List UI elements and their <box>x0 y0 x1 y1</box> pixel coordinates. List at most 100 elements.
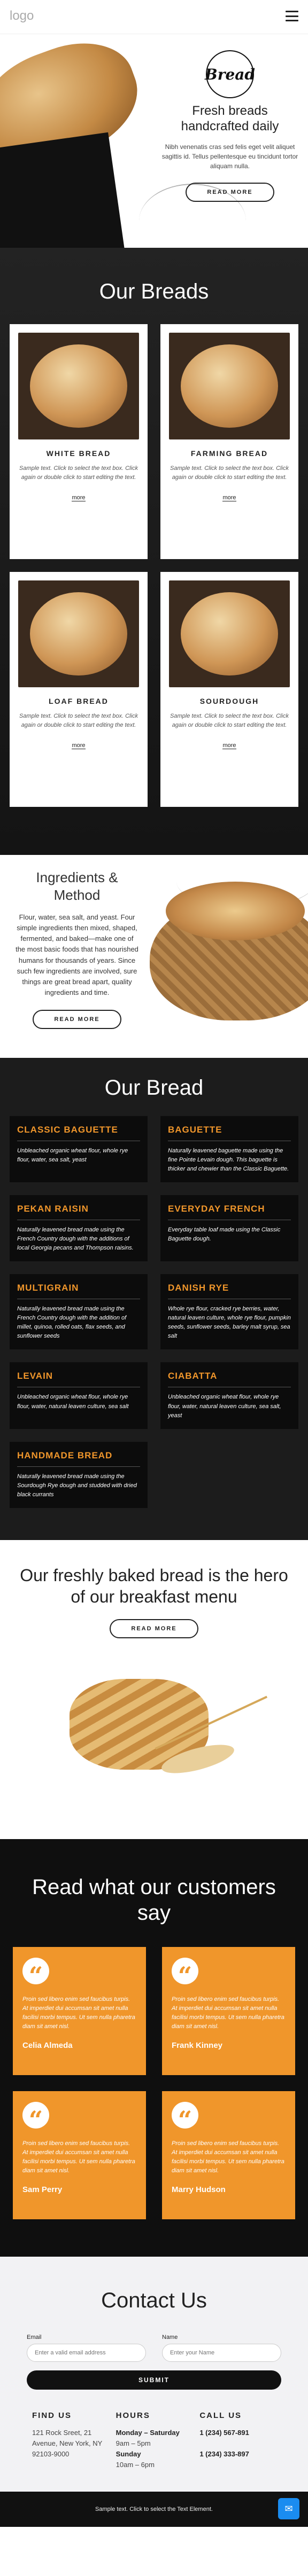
menu-item-text: Unbleached organic wheat flour, whole ry… <box>168 1394 281 1419</box>
bread-basket-image <box>150 882 308 1020</box>
menu-item-text: Naturally leavened bread made using the … <box>17 1306 127 1340</box>
hours-day: Sunday <box>116 2450 141 2459</box>
menu-item-title: DANISH RYE <box>168 1283 229 1293</box>
chat-icon[interactable]: ✉ <box>278 2498 299 2520</box>
section-title: Read what our customers say <box>32 1875 276 1925</box>
testimonial-author: Sam Perry <box>22 2185 63 2194</box>
menu-item-text: Unbleached organic wheat flour, whole ry… <box>17 1148 128 1164</box>
testimonials-section: Read what our customers say “ Proin sed l… <box>0 1839 308 2257</box>
hours-time: 10am – 6pm <box>116 2461 155 2469</box>
menu-item: LEVAIN Unbleached organic wheat flour, wh… <box>10 1362 148 1429</box>
contact-form: Email Name SUBMIT <box>27 2334 281 2390</box>
menu-item: CIABATTA Unbleached organic wheat flour, … <box>160 1362 298 1429</box>
email-field[interactable] <box>27 2343 146 2362</box>
call-us-title: CALL US <box>199 2410 242 2420</box>
hamburger-menu-icon[interactable] <box>286 11 298 21</box>
testimonials-grid: “ Proin sed libero enim sed faucibus turp… <box>13 1946 295 2219</box>
menu-item-text: Everyday table loaf made using the Class… <box>168 1227 281 1243</box>
more-link[interactable]: more <box>72 494 86 501</box>
menu-item: CLASSIC BAGUETTE Unbleached organic wheat… <box>10 1116 148 1183</box>
ingredients-read-more-button[interactable]: READ MORE <box>33 1010 121 1030</box>
hero-title: Fresh breads handcrafted daily <box>181 104 279 133</box>
bread-grid: WHITE BREAD Sample text. Click to select… <box>10 324 298 807</box>
ingredients-copy: Ingredients & Method Flour, water, sea s… <box>15 869 139 1030</box>
hero-section: Bread Fresh breads handcrafted daily Nib… <box>0 34 308 248</box>
address-text: 121 Rock Sreet, 21 Avenue, New York, NY … <box>32 2428 103 2459</box>
quote-icon: “ <box>22 2101 49 2134</box>
hero-read-more-button[interactable]: READ MORE <box>186 182 274 202</box>
contact-section: Contact Us Email Name SUBMIT FIND US 121 … <box>0 2256 308 2492</box>
menu-item-title: BAGUETTE <box>168 1125 222 1135</box>
bread-card: LOAF BREAD Sample text. Click to select … <box>10 572 148 807</box>
ingredients-section: Ingredients & Method Flour, water, sea s… <box>0 855 308 1058</box>
bread-card-text: Sample text. Click to select the text bo… <box>19 713 138 728</box>
menu-item-title: EVERYDAY FRENCH <box>168 1204 265 1214</box>
bread-card-text: Sample text. Click to select the text bo… <box>19 465 138 481</box>
menu-item-text: Naturally leavened bread made using the … <box>17 1473 137 1498</box>
testimonial-card: “ Proin sed libero enim sed faucibus turp… <box>13 2091 146 2219</box>
ingredients-title: Ingredients & Method <box>36 869 118 903</box>
menu-item: EVERYDAY FRENCH Everyday table loaf made … <box>160 1195 298 1262</box>
testimonial-author: Frank Kinney <box>172 2040 223 2050</box>
testimonial-author: Marry Hudson <box>172 2185 226 2194</box>
bread-card-text: Sample text. Click to select the text bo… <box>170 465 289 481</box>
menu-item-title: CLASSIC BAGUETTE <box>17 1125 118 1135</box>
logo[interactable]: logo <box>10 9 34 23</box>
section-title: Our Bread <box>104 1076 204 1099</box>
menu-item-text: Unbleached organic wheat flour, whole ry… <box>17 1394 129 1410</box>
section-title: Contact Us <box>101 2288 207 2312</box>
footer-text: Sample text. Click to select the Text El… <box>95 2506 213 2513</box>
menu-item: HANDMADE BREAD Naturally leavened bread m… <box>10 1441 148 1508</box>
bread-card-title: FARMING BREAD <box>190 449 268 458</box>
bread-card: FARMING BREAD Sample text. Click to sele… <box>160 324 298 559</box>
name-label: Name <box>162 2334 178 2341</box>
breakfast-read-more-button[interactable]: READ MORE <box>110 1619 198 1638</box>
contact-info: FIND US 121 Rock Sreet, 21 Avenue, New Yo… <box>27 2411 281 2471</box>
quote-icon: “ <box>172 2101 198 2134</box>
chalkboard-image <box>0 132 126 248</box>
menu-item-title: LEVAIN <box>17 1371 53 1381</box>
menu-item-title: HANDMADE BREAD <box>17 1450 113 1460</box>
breakfast-title: Our freshly baked bread is the hero of o… <box>20 1565 288 1606</box>
quote-icon: “ <box>172 1957 198 1990</box>
footer: Sample text. Click to select the Text El… <box>0 2492 308 2527</box>
phone-number[interactable]: 1 (234) 333-897 <box>199 2450 249 2458</box>
menu-item-text: Whole rye flour, cracked rye berries, wa… <box>168 1306 291 1340</box>
menu-grid: CLASSIC BAGUETTE Unbleached organic wheat… <box>10 1116 298 1508</box>
quote-icon: “ <box>22 1957 49 1990</box>
menu-item-title: MULTIGRAIN <box>17 1283 79 1293</box>
testimonial-text: Proin sed libero enim sed faucibus turpi… <box>172 1996 284 2030</box>
name-field[interactable] <box>162 2343 281 2362</box>
bread-card: WHITE BREAD Sample text. Click to select… <box>10 324 148 559</box>
bread-photo <box>169 580 290 687</box>
email-label: Email <box>27 2334 42 2341</box>
testimonial-card: “ Proin sed libero enim sed faucibus turp… <box>162 2091 295 2219</box>
menu-item: MULTIGRAIN Naturally leavened bread made … <box>10 1274 148 1350</box>
bread-card-text: Sample text. Click to select the text bo… <box>170 713 289 728</box>
more-link[interactable]: more <box>222 494 236 501</box>
menu-item: BAGUETTE Naturally leavened baguette made… <box>160 1116 298 1183</box>
bread-photo <box>169 333 290 439</box>
more-link[interactable]: more <box>222 742 236 749</box>
hero-text: Nibh venenatis cras sed felis eget velit… <box>161 143 298 170</box>
more-link[interactable]: more <box>72 742 86 749</box>
our-bread-menu-section: Our Bread CLASSIC BAGUETTE Unbleached org… <box>0 1058 308 1540</box>
bread-card-title: WHITE BREAD <box>46 449 111 458</box>
bread-emblem: Bread <box>205 50 255 98</box>
menu-item: DANISH RYE Whole rye flour, cracked rye b… <box>160 1274 298 1350</box>
hours-day: Monday – Saturday <box>116 2428 180 2437</box>
breakfast-section: Our freshly baked bread is the hero of o… <box>0 1540 308 1839</box>
site-header: logo <box>0 0 308 34</box>
hours-time: 9am – 5pm <box>116 2439 151 2447</box>
menu-item-text: Naturally leavened baguette made using t… <box>168 1148 289 1173</box>
testimonial-text: Proin sed libero enim sed faucibus turpi… <box>22 1996 135 2030</box>
menu-item-text: Naturally leavened bread made using the … <box>17 1227 134 1252</box>
our-breads-section: Our Breads WHITE BREAD Sample text. Clic… <box>0 248 308 855</box>
testimonial-text: Proin sed libero enim sed faucibus turpi… <box>22 2140 135 2174</box>
bread-photo <box>18 333 139 439</box>
bread-card: SOURDOUGH Sample text. Click to select t… <box>160 572 298 807</box>
submit-button[interactable]: SUBMIT <box>27 2370 281 2390</box>
phone-number[interactable]: 1 (234) 567-891 <box>199 2429 249 2437</box>
pastry-basket-image <box>70 1663 268 1791</box>
testimonial-card: “ Proin sed libero enim sed faucibus turp… <box>13 1946 146 2075</box>
